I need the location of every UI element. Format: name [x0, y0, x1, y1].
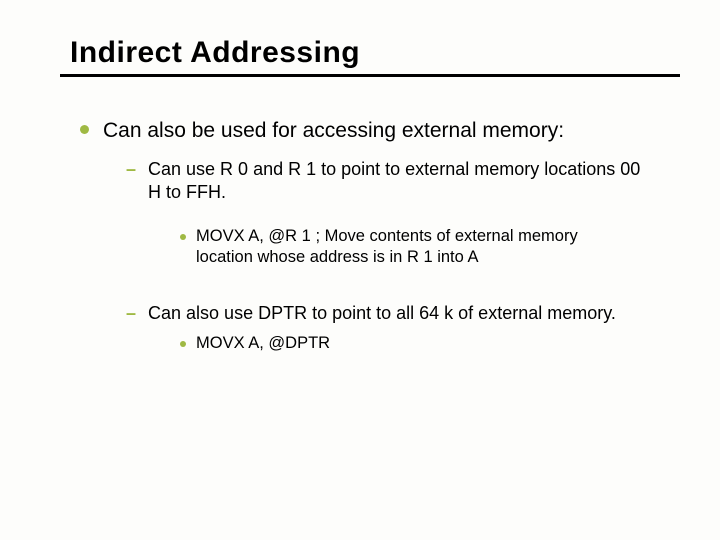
bullet-text: Can also use DPTR to point to all 64 k o…	[148, 302, 616, 325]
disc-icon	[80, 125, 89, 134]
bullet-level3: MOVX A, @R 1 ; Move contents of external…	[180, 226, 682, 268]
slide: Indirect Addressing Can also be used for…	[0, 0, 720, 354]
slide-body: Can also be used for accessing external …	[70, 117, 682, 354]
bullet-level3: MOVX A, @DPTR	[180, 333, 682, 354]
slide-title: Indirect Addressing	[70, 36, 682, 70]
bullet-level2: – Can also use DPTR to point to all 64 k…	[126, 302, 682, 325]
disc-icon	[180, 234, 186, 240]
dash-icon: –	[126, 302, 136, 324]
bullet-text: MOVX A, @DPTR	[196, 333, 330, 354]
bullet-text: Can also be used for accessing external …	[103, 117, 564, 144]
bullet-text: Can use R 0 and R 1 to point to external…	[148, 158, 648, 204]
bullet-level1: Can also be used for accessing external …	[80, 117, 682, 144]
title-underline	[60, 74, 680, 77]
bullet-text: MOVX A, @R 1 ; Move contents of external…	[196, 226, 616, 268]
dash-icon: –	[126, 158, 136, 180]
disc-icon	[180, 341, 186, 347]
bullet-level2: – Can use R 0 and R 1 to point to extern…	[126, 158, 682, 204]
